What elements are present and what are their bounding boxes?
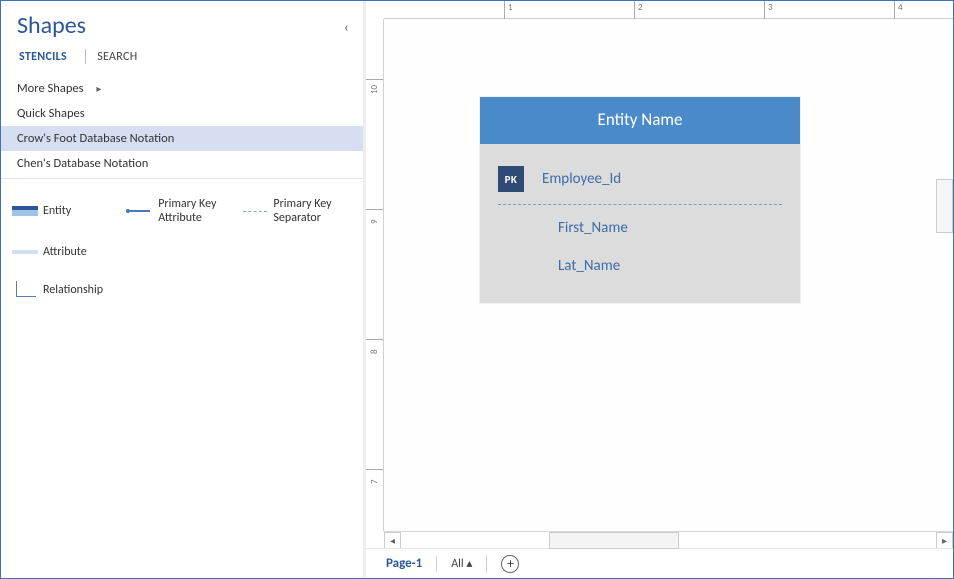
ruler-vertical: 10 9 8 7 <box>366 19 384 531</box>
relationship-shape-icon <box>11 279 39 301</box>
app-window: Shapes ‹ STENCILS SEARCH More Shapes ▸ Q… <box>0 0 954 579</box>
shapes-panel-header: Shapes ‹ STENCILS SEARCH <box>1 1 363 76</box>
scroll-right-button[interactable]: ▸ <box>936 532 953 549</box>
attribute-row-pk[interactable]: PK Employee_Id <box>498 156 782 202</box>
shape-pk-separator[interactable]: Primary Key Separator <box>239 189 354 233</box>
entity-attributes: PK Employee_Id First_Name Lat_Name <box>480 144 800 303</box>
entity-shape[interactable]: Entity Name PK Employee_Id First_Name La… <box>480 97 800 303</box>
attribute-first-name[interactable]: First_Name <box>558 219 628 237</box>
tab-separator <box>85 49 86 64</box>
ruler-top-3: 3 <box>768 2 773 13</box>
pk-separator-line <box>498 204 782 205</box>
collapse-shapes-icon[interactable]: ‹ <box>344 19 349 37</box>
stencil-chen[interactable]: Chen's Database Notation <box>1 151 363 176</box>
tab-stencils[interactable]: STENCILS <box>17 48 69 66</box>
scroll-left-button[interactable]: ◂ <box>384 532 401 549</box>
horizontal-scroll-thumb[interactable] <box>549 532 679 549</box>
attribute-employee-id[interactable]: Employee_Id <box>542 170 621 188</box>
ruler-left-8: 8 <box>369 349 380 354</box>
shapes-tabs: STENCILS SEARCH <box>17 46 347 66</box>
ruler-top-2: 2 <box>638 2 643 13</box>
shapes-panel: Shapes ‹ STENCILS SEARCH More Shapes ▸ Q… <box>1 1 363 578</box>
ruler-left-7: 7 <box>369 479 380 484</box>
more-shapes-label: More Shapes <box>17 81 84 96</box>
ruler-top-1: 1 <box>508 2 513 13</box>
page-tab-separator-2 <box>486 556 487 572</box>
shape-pk-separator-label: Primary Key Separator <box>273 197 352 225</box>
attribute-last-name[interactable]: Lat_Name <box>558 257 620 275</box>
shape-relationship-label: Relationship <box>43 283 103 297</box>
shapes-panel-title: Shapes <box>17 11 347 40</box>
shape-pk-attribute[interactable]: Primary Key Attribute <box>124 189 239 233</box>
shape-entity[interactable]: Entity <box>9 189 124 233</box>
pk-badge: PK <box>498 166 524 192</box>
shape-attribute[interactable]: Attribute <box>9 233 124 271</box>
shape-pk-attribute-label: Primary Key Attribute <box>158 197 237 225</box>
pk-separator-shape-icon <box>241 200 269 222</box>
all-pages-button[interactable]: All ▴ <box>451 556 472 571</box>
shape-entity-label: Entity <box>43 204 71 218</box>
pk-attribute-shape-icon <box>126 200 154 222</box>
horizontal-scroll-track[interactable] <box>401 532 936 549</box>
stencil-crows-foot[interactable]: Crow's Foot Database Notation <box>1 126 363 151</box>
add-page-button[interactable]: + <box>501 555 519 573</box>
canvas-area: 1 2 3 4 10 9 8 7 Entity Name PK Employee… <box>366 1 953 578</box>
more-shapes-row[interactable]: More Shapes ▸ <box>1 76 363 101</box>
ruler-left-9: 9 <box>369 219 380 224</box>
drawing-canvas[interactable]: Entity Name PK Employee_Id First_Name La… <box>384 19 953 531</box>
attribute-shape-icon <box>11 241 39 263</box>
shape-attribute-label: Attribute <box>43 245 87 259</box>
tab-search[interactable]: SEARCH <box>95 48 139 66</box>
page-tabs-bar: Page-1 All ▴ + <box>366 548 953 578</box>
page-tab-separator <box>436 556 437 572</box>
shape-relationship[interactable]: Relationship <box>9 271 124 309</box>
quick-shapes-row[interactable]: Quick Shapes <box>1 101 363 126</box>
entity-shape-icon <box>11 200 39 222</box>
ruler-left-10: 10 <box>369 85 380 94</box>
attribute-row-first-name[interactable]: First_Name <box>498 209 782 247</box>
vertical-scrollbar-thumb[interactable] <box>936 179 953 233</box>
stencil-separator <box>1 178 363 179</box>
chevron-right-icon: ▸ <box>96 82 101 95</box>
page-tab-1[interactable]: Page-1 <box>386 556 422 571</box>
horizontal-scrollbar: ◂ ▸ <box>384 531 953 548</box>
ruler-horizontal: 1 2 3 4 <box>384 1 953 19</box>
entity-header[interactable]: Entity Name <box>480 97 800 144</box>
shape-gallery: Entity Primary Key Attribute Primary Key… <box>1 189 363 309</box>
attribute-row-last-name[interactable]: Lat_Name <box>498 247 782 285</box>
ruler-top-4: 4 <box>898 2 903 13</box>
